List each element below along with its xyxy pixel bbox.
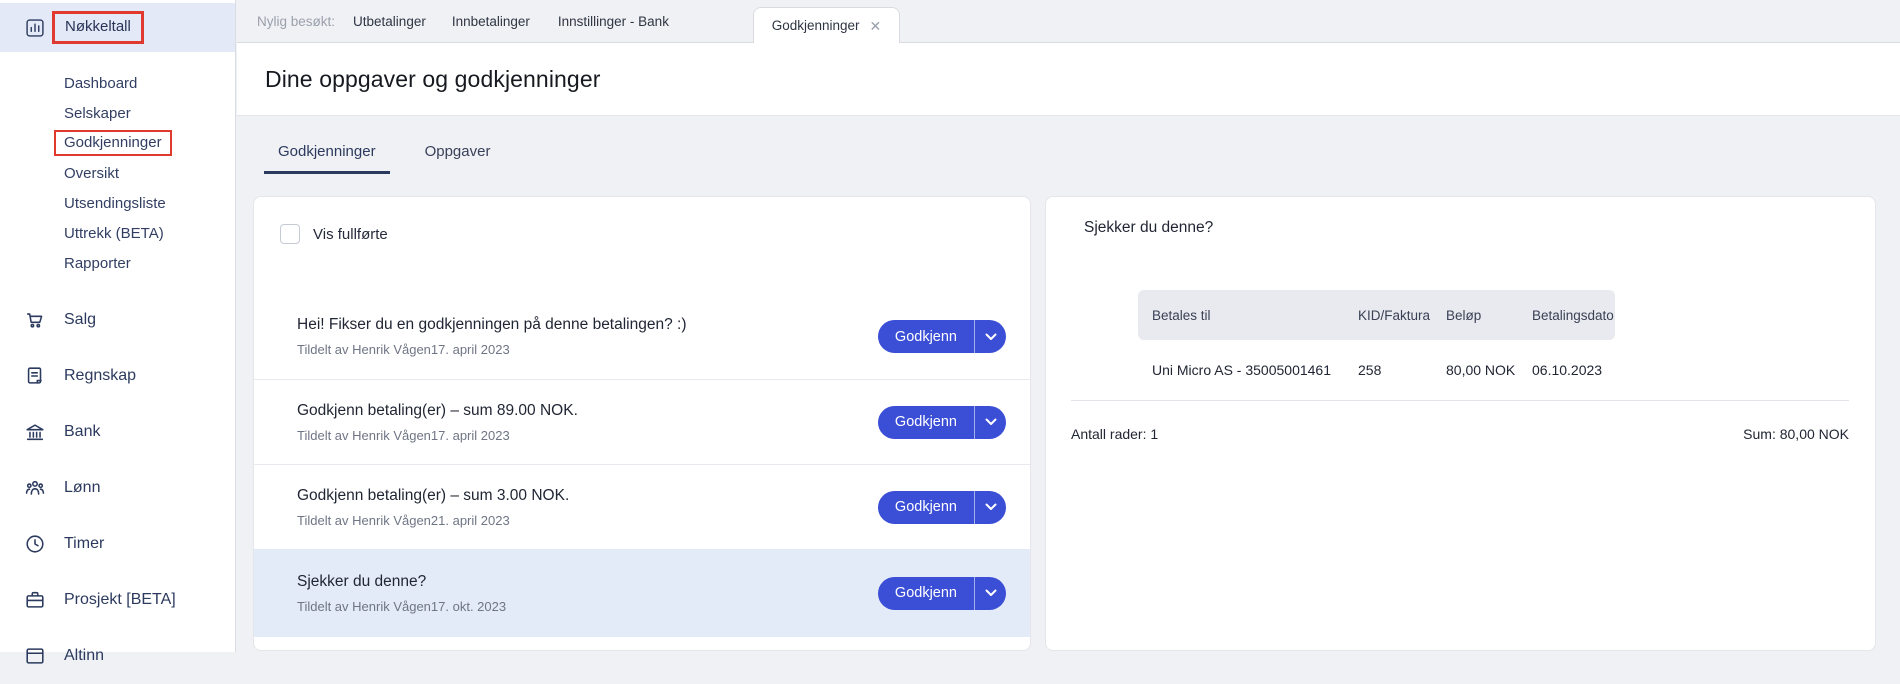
page-header: Dine oppgaver og godkjenninger bbox=[237, 43, 1900, 116]
sidebar-header-nokkeltall[interactable]: Nøkkeltall bbox=[0, 3, 235, 52]
sidebar-item-utsendingsliste[interactable]: Utsendingsliste bbox=[64, 188, 235, 218]
approve-button[interactable]: Godkjenn bbox=[877, 320, 975, 353]
approval-subtitle: Tildelt av Henrik Vågen17. april 2023 bbox=[297, 427, 510, 443]
content-panels: Vis fullførte Hei! Fikser du en godkjenn… bbox=[253, 196, 1876, 651]
recently-visited-bar: Nylig besøkt: Utbetalinger Innbetalinger… bbox=[237, 0, 1900, 43]
cell-belop: 80,00 NOK bbox=[1446, 362, 1516, 378]
approve-button[interactable]: Godkjenn bbox=[877, 490, 975, 524]
chevron-down-icon bbox=[985, 589, 996, 596]
approval-item[interactable]: Godkjenn betaling(er) – sum 89.00 NOK. T… bbox=[254, 379, 1030, 464]
approval-subtitle: Tildelt av Henrik Vågen17. april 2023 bbox=[297, 342, 510, 357]
recent-tab-innstillinger-bank[interactable]: Innstillinger - Bank bbox=[558, 14, 669, 29]
sidebar-item-timer[interactable]: Timer bbox=[0, 516, 235, 572]
sidebar-item-dashboard[interactable]: Dashboard bbox=[64, 68, 235, 98]
approve-options-button[interactable] bbox=[975, 405, 1006, 439]
bar-chart-icon bbox=[26, 18, 44, 37]
sidebar-item-altinn[interactable]: Altinn bbox=[0, 628, 235, 684]
approve-options-button[interactable] bbox=[975, 576, 1006, 610]
col-header-betales-til: Betales til bbox=[1152, 307, 1211, 323]
briefcase-icon bbox=[26, 591, 44, 608]
recently-visited-label: Nylig besøkt: bbox=[257, 13, 336, 29]
recent-tab-godkjenninger-active[interactable]: Godkjenninger ✕ bbox=[753, 7, 900, 43]
recent-tab-utbetalinger[interactable]: Utbetalinger bbox=[353, 14, 426, 29]
table-footer: Antall rader: 1 Sum: 80,00 NOK bbox=[1071, 400, 1849, 442]
sidebar-header-label: Nøkkeltall bbox=[65, 18, 131, 35]
show-completed-row: Vis fullførte bbox=[280, 224, 1030, 244]
sidebar-item-godkjenninger[interactable]: Godkjenninger bbox=[54, 128, 235, 158]
clock-icon bbox=[26, 535, 44, 553]
approval-item[interactable]: Godkjenn betaling(er) – sum 3.00 NOK. Ti… bbox=[254, 464, 1030, 549]
view-tabs: Godkjenninger Oppgaver bbox=[237, 116, 1900, 174]
approve-options-button[interactable] bbox=[975, 490, 1006, 524]
approve-split-button: Godkjenn bbox=[877, 490, 1006, 524]
approval-title: Sjekker du denne? bbox=[297, 572, 427, 590]
approval-list: Hei! Fikser du en godkjenningen på denne… bbox=[254, 294, 1030, 637]
approval-subtitle: Tildelt av Henrik Vågen17. okt. 2023 bbox=[297, 598, 507, 614]
red-highlight-frame: Godkjenninger bbox=[54, 130, 172, 156]
col-header-belop: Beløp bbox=[1446, 307, 1482, 323]
sidebar-item-lonn[interactable]: Lønn bbox=[0, 460, 235, 516]
cell-kid-faktura: 258 bbox=[1358, 362, 1382, 378]
approve-split-button: Godkjenn bbox=[877, 405, 1006, 439]
chevron-down-icon bbox=[985, 333, 996, 340]
show-completed-label: Vis fullførte bbox=[313, 225, 388, 243]
row-count: Antall rader: 1 bbox=[1071, 426, 1159, 442]
approval-item-selected[interactable]: Sjekker du denne? Tildelt av Henrik Våge… bbox=[254, 549, 1030, 637]
red-highlight-frame: Nøkkeltall bbox=[52, 11, 144, 44]
approval-title: Hei! Fikser du en godkjenningen på denne… bbox=[297, 316, 687, 333]
cart-icon bbox=[26, 313, 43, 328]
cell-betales-til: Uni Micro AS - 35005001461 bbox=[1152, 362, 1331, 378]
chevron-down-icon bbox=[985, 503, 996, 510]
sidebar-item-prosjekt-beta[interactable]: Prosjekt [BETA] bbox=[0, 572, 235, 628]
sidebar-item-oversikt[interactable]: Oversikt bbox=[64, 158, 235, 188]
sidebar-item-regnskap[interactable]: Regnskap bbox=[0, 348, 235, 404]
col-header-kid-faktura: KID/Faktura bbox=[1358, 307, 1431, 323]
approval-detail-card: Sjekker du denne? Betales til KID/Faktur… bbox=[1045, 196, 1876, 651]
approvals-card: Vis fullførte Hei! Fikser du en godkjenn… bbox=[253, 196, 1031, 651]
approval-title: Godkjenn betaling(er) – sum 89.00 NOK. bbox=[297, 401, 578, 419]
window-icon bbox=[26, 648, 44, 664]
approve-options-button[interactable] bbox=[975, 320, 1006, 353]
chevron-down-icon bbox=[985, 418, 996, 425]
bank-icon bbox=[26, 424, 44, 441]
cell-betalingsdato: 06.10.2023 bbox=[1532, 362, 1603, 378]
payment-table: Betales til KID/Faktura Beløp Betalingsd… bbox=[1138, 290, 1615, 400]
close-icon[interactable]: ✕ bbox=[870, 19, 882, 33]
people-icon bbox=[25, 480, 45, 495]
approval-subtitle: Tildelt av Henrik Vågen21. april 2023 bbox=[297, 512, 510, 528]
sum-total: Sum: 80,00 NOK bbox=[1743, 426, 1849, 442]
main-area: Nylig besøkt: Utbetalinger Innbetalinger… bbox=[237, 0, 1900, 652]
approval-item[interactable]: Hei! Fikser du en godkjenningen på denne… bbox=[254, 294, 1030, 379]
col-header-betalingsdato: Betalingsdato bbox=[1532, 307, 1614, 323]
sidebar-item-bank[interactable]: Bank bbox=[0, 404, 235, 460]
approve-button[interactable]: Godkjenn bbox=[877, 405, 975, 439]
sidebar-sub-menu: Dashboard Selskaper Godkjenninger Oversi… bbox=[0, 52, 235, 278]
show-completed-checkbox[interactable] bbox=[280, 224, 300, 244]
ledger-icon bbox=[27, 367, 42, 384]
sidebar: Nøkkeltall Dashboard Selskaper Godkjenni… bbox=[0, 0, 236, 664]
detail-title: Sjekker du denne? bbox=[1084, 219, 1214, 236]
recent-tab-innbetalinger[interactable]: Innbetalinger bbox=[452, 14, 530, 29]
table-header-row: Betales til KID/Faktura Beløp Betalingsd… bbox=[1138, 290, 1615, 340]
approval-title: Godkjenn betaling(er) – sum 3.00 NOK. bbox=[297, 486, 570, 504]
table-row[interactable]: Uni Micro AS - 35005001461 258 80,00 NOK… bbox=[1138, 340, 1615, 400]
approve-button[interactable]: Godkjenn bbox=[877, 576, 975, 610]
sidebar-item-selskaper[interactable]: Selskaper bbox=[64, 98, 235, 128]
approve-split-button: Godkjenn bbox=[877, 576, 1006, 610]
sidebar-main-menu: Salg Regnskap Bank Lønn Timer Prosjekt [… bbox=[0, 292, 235, 684]
sidebar-item-uttrekk-beta[interactable]: Uttrekk (BETA) bbox=[64, 218, 235, 248]
sidebar-item-rapporter[interactable]: Rapporter bbox=[64, 248, 235, 278]
tab-oppgaver[interactable]: Oppgaver bbox=[411, 137, 505, 174]
sidebar-item-salg[interactable]: Salg bbox=[0, 292, 235, 348]
page-title: Dine oppgaver og godkjenninger bbox=[265, 65, 601, 92]
tab-godkjenninger[interactable]: Godkjenninger bbox=[264, 137, 390, 174]
approve-split-button: Godkjenn bbox=[877, 320, 1006, 353]
